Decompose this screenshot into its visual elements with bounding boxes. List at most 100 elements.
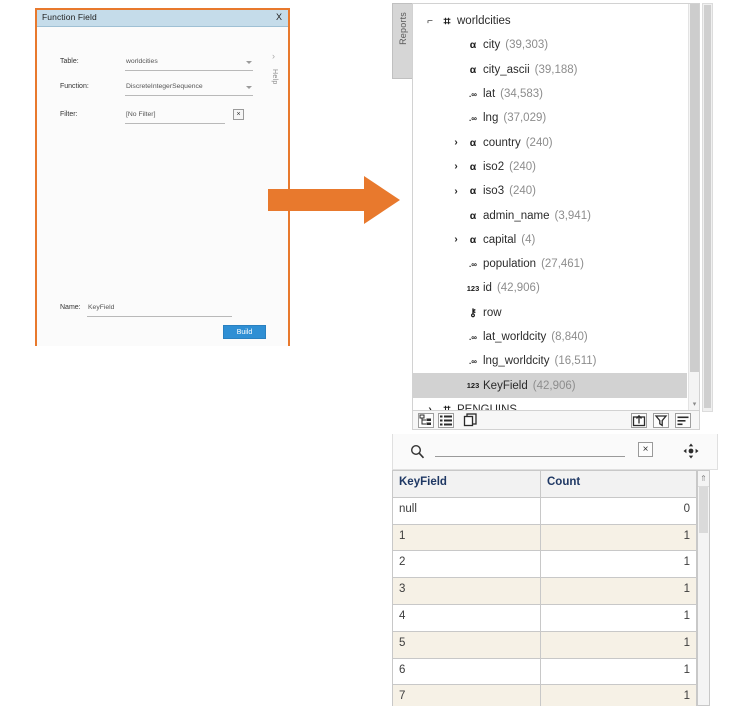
cell-count: 1 xyxy=(683,690,690,703)
close-icon[interactable]: X xyxy=(276,12,282,22)
cell-count: 1 xyxy=(683,636,690,649)
text-type-icon: α xyxy=(469,63,477,76)
table-row[interactable]: null 0 xyxy=(393,497,696,525)
tree-item-city_ascii[interactable]: α city_ascii (39,188) xyxy=(413,58,687,82)
tree-item-lng_worldcity[interactable]: .∞ lng_worldcity (16,511) xyxy=(413,349,687,373)
name-field-row: Name: KeyField xyxy=(37,303,288,319)
name-input[interactable]: KeyField xyxy=(87,303,232,317)
table-dropdown-value: worldcities xyxy=(126,58,158,65)
field-tree-list: ⌐ ⌗ worldcities α city (39,303) α city_ascii (39… xyxy=(413,9,687,411)
tree-item-count: (8,840) xyxy=(551,331,588,343)
tree-item-admin_name[interactable]: α admin_name (3,941) xyxy=(413,203,687,227)
tree-item-label: lng_worldcity xyxy=(483,355,550,368)
cell-keyfield: 5 xyxy=(393,631,541,658)
tree-item-lat_worldcity[interactable]: .∞ lat_worldcity (8,840) xyxy=(413,325,687,349)
tree-item-label: iso3 xyxy=(483,185,505,198)
results-table-scrollbar-thumb[interactable] xyxy=(699,487,708,533)
tree-item-count: (42,906) xyxy=(532,379,576,392)
integer-type-icon: 123 xyxy=(466,381,480,391)
chevron-right-icon[interactable]: › xyxy=(449,234,463,245)
cell-count: 1 xyxy=(683,663,690,676)
reports-side-tab[interactable]: Reports xyxy=(392,3,412,79)
cell-keyfield: 2 xyxy=(393,551,541,578)
tree-item-label: lat xyxy=(483,88,496,101)
chevron-right-icon[interactable]: › xyxy=(449,137,463,148)
filter-input-value: [No Filter] xyxy=(126,111,156,118)
search-input[interactable] xyxy=(435,456,625,457)
cell-keyfield: 3 xyxy=(393,578,541,604)
tree-item-count: (37,029) xyxy=(503,112,547,125)
tree-item-id[interactable]: 123 id (42,906) xyxy=(413,276,687,300)
build-button[interactable]: Build xyxy=(223,325,266,339)
expand-chevron-icon[interactable]: › xyxy=(272,51,275,61)
text-type-icon: α xyxy=(469,185,477,198)
clear-filter-icon[interactable]: × xyxy=(233,109,244,120)
table-row[interactable]: 61 xyxy=(393,658,696,686)
dialog-title: Function Field xyxy=(42,12,97,22)
cell-count: 0 xyxy=(683,502,690,515)
tree-item-iso2[interactable]: › α iso2 (240) xyxy=(413,155,687,179)
table-row[interactable]: 51 xyxy=(393,631,696,659)
tree-item-lng[interactable]: .∞ lng (37,029) xyxy=(413,106,687,130)
tree-item-count: (3,941) xyxy=(554,209,591,222)
tree-item-label: id xyxy=(483,282,492,295)
chevron-right-icon[interactable]: › xyxy=(449,186,463,197)
tree-item-population[interactable]: .∞ population (27,461) xyxy=(413,252,687,276)
tree-item-count: (27,461) xyxy=(541,258,584,271)
tree-view-icon[interactable] xyxy=(418,413,434,428)
search-bar: × xyxy=(392,434,718,470)
decimal-type-icon: .∞ xyxy=(469,113,477,123)
tree-item-keyfield[interactable]: 123 KeyField (42,906) xyxy=(413,373,687,398)
tree-toolbar xyxy=(412,410,700,430)
panel-scrollbar[interactable] xyxy=(702,3,713,412)
chevron-right-icon[interactable]: › xyxy=(449,161,463,172)
clear-search-icon[interactable]: × xyxy=(638,442,653,457)
tree-item-label: lat_worldcity xyxy=(483,331,547,343)
table-row[interactable]: 21 xyxy=(393,551,696,579)
results-table-gutter xyxy=(710,470,718,706)
filter-input[interactable]: [No Filter] xyxy=(125,110,225,124)
tree-item-label: capital xyxy=(483,233,517,246)
key-icon: ⚷ xyxy=(469,306,477,319)
function-dropdown[interactable]: DiscreteIntegerSequence xyxy=(125,82,253,96)
filter-funnel-icon[interactable] xyxy=(653,413,669,428)
results-table-scrollbar[interactable]: ⇑ xyxy=(697,470,710,706)
list-view-icon[interactable] xyxy=(438,413,454,428)
scroll-up-icon[interactable]: ⇑ xyxy=(698,471,709,487)
tree-item-row[interactable]: ⚷ row xyxy=(413,301,687,325)
panel-scrollbar-thumb[interactable] xyxy=(704,5,711,408)
help-tab[interactable]: Help xyxy=(271,69,278,85)
move-handle-icon[interactable] xyxy=(683,443,699,464)
tree-item-capital[interactable]: › α capital (4) xyxy=(413,228,687,252)
tree-item-country[interactable]: › α country (240) xyxy=(413,130,687,154)
column-header-count[interactable]: Count xyxy=(541,471,696,497)
tree-item-city[interactable]: α city (39,303) xyxy=(413,33,687,57)
function-field-label: Function: xyxy=(60,83,89,90)
table-row[interactable]: 11 xyxy=(393,524,696,552)
sort-icon[interactable] xyxy=(675,413,691,428)
tree-item-count: (39,303) xyxy=(505,39,549,52)
tree-item-label: city xyxy=(483,39,501,52)
column-header-keyfield[interactable]: KeyField xyxy=(393,471,541,497)
export-icon[interactable] xyxy=(631,413,647,428)
table-row[interactable]: 71 xyxy=(393,685,696,706)
tree-scrollbar[interactable]: ▾ xyxy=(688,4,699,411)
tree-item-count: (240) xyxy=(525,136,553,149)
tree-item-count: (4) xyxy=(521,233,536,246)
tree-item-count: (16,511) xyxy=(554,355,597,368)
table-header-row: KeyField Count xyxy=(393,471,696,498)
tree-item-iso3[interactable]: › α iso3 (240) xyxy=(413,179,687,203)
chevron-collapse-icon[interactable]: ⌐ xyxy=(423,16,437,27)
table-row[interactable]: 41 xyxy=(393,604,696,632)
copy-icon[interactable] xyxy=(463,413,481,428)
tree-scrollbar-thumb[interactable] xyxy=(690,4,699,372)
tree-item-lat[interactable]: .∞ lat (34,583) xyxy=(413,82,687,106)
table-row[interactable]: 31 xyxy=(393,578,696,605)
cell-count: 1 xyxy=(683,583,690,596)
tree-item-label: worldcities xyxy=(457,15,511,28)
decimal-type-icon: .∞ xyxy=(469,332,477,342)
function-dropdown-value: DiscreteIntegerSequence xyxy=(126,83,203,90)
table-dropdown[interactable]: worldcities xyxy=(125,57,253,71)
text-type-icon: α xyxy=(469,209,477,222)
tree-item-worldcities[interactable]: ⌐ ⌗ worldcities xyxy=(413,9,687,33)
